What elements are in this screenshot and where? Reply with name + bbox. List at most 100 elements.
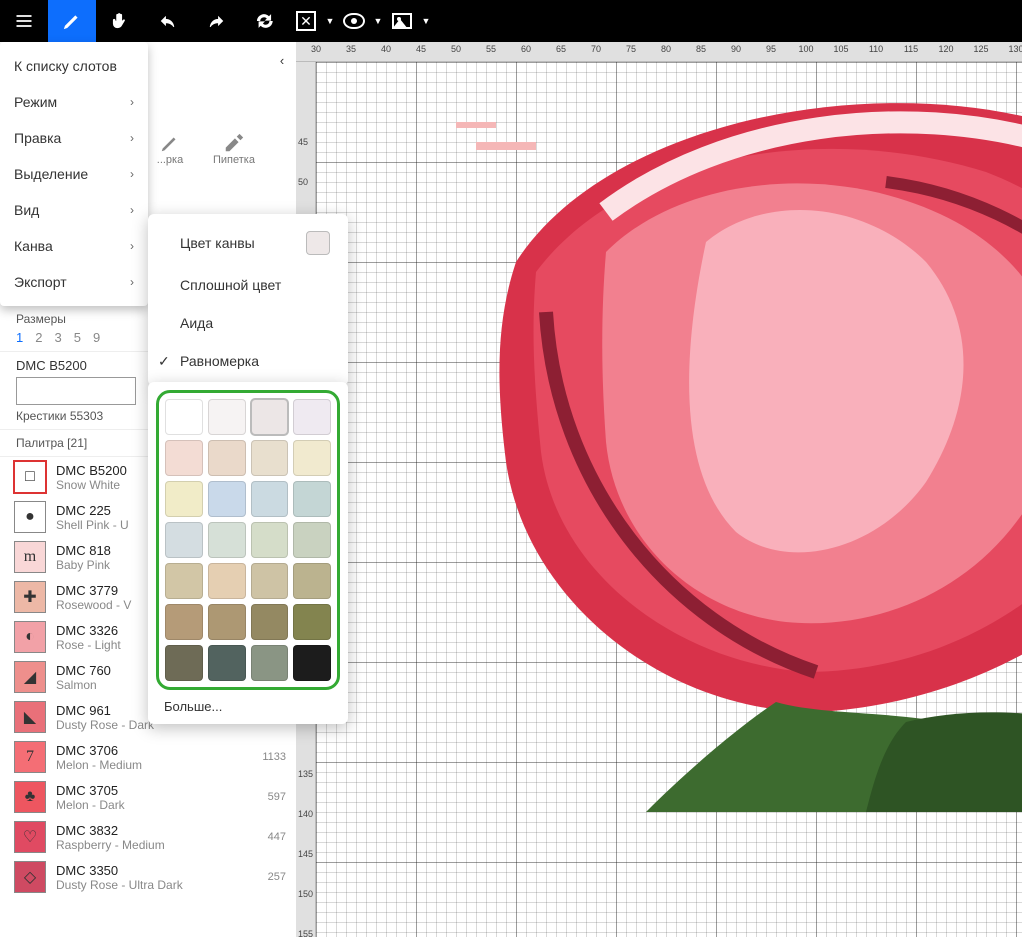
menu-export[interactable]: Экспорт› [0,264,148,300]
palette-swatch: ◇ [14,861,46,893]
submenu-canvas-color[interactable]: Цвет канвы [148,220,348,266]
color-swatch[interactable] [165,522,203,558]
menu-mode[interactable]: Режим› [0,84,148,120]
palette-item[interactable]: ♡DMC 3832Raspberry - Medium447 [0,817,296,857]
palette-code: DMC 3705 [56,783,246,798]
menu-view[interactable]: Вид› [0,192,148,228]
sync-icon [254,11,274,31]
color-swatch[interactable] [293,563,331,599]
ruler-tick: 145 [298,849,313,859]
ruler-tick: 100 [798,44,813,54]
color-swatch[interactable] [293,522,331,558]
color-swatch[interactable] [251,645,289,681]
eye-icon [343,13,365,29]
ruler-tick: 65 [556,44,566,54]
size-option[interactable]: 1 [16,330,23,345]
check-icon: ✓ [158,353,170,370]
color-swatch[interactable] [251,563,289,599]
palette-name: Melon - Dark [56,798,246,812]
menu-canvas[interactable]: Канва› [0,228,148,264]
menu-back[interactable]: К списку слотов [0,48,148,84]
color-swatch[interactable] [208,563,246,599]
eye-dropdown[interactable]: ▼ [372,16,384,26]
menu-selection[interactable]: Выделение› [0,156,148,192]
close-tool-dropdown[interactable]: ▼ [324,16,336,26]
palette-code: DMC 3350 [56,863,246,878]
size-option[interactable]: 9 [93,330,100,345]
color-swatch[interactable] [293,399,331,435]
close-icon: ✕ [296,11,316,31]
ruler-tick: 125 [973,44,988,54]
top-toolbar: ✕ ▼ ▼ ▼ [0,0,1022,42]
ruler-tick: 45 [416,44,426,54]
chevron-right-icon: › [130,275,134,289]
eye-button[interactable] [336,0,372,42]
color-swatch[interactable] [293,440,331,476]
size-option[interactable]: 2 [35,330,42,345]
palette-code: DMC 3832 [56,823,246,838]
color-swatch[interactable] [165,604,203,640]
palette-item[interactable]: ♣DMC 3705Melon - Dark597 [0,777,296,817]
eraser-label: ...рка [157,154,183,166]
size-option[interactable]: 5 [74,330,81,345]
image-button[interactable] [384,0,420,42]
color-swatch[interactable] [208,481,246,517]
collapse-sidebar-button[interactable]: ‹ [272,50,292,70]
color-swatch[interactable] [293,481,331,517]
submenu-solid-color[interactable]: Сплошной цвет [148,266,348,304]
palette-item[interactable]: ◇DMC 3350Dusty Rose - Ultra Dark257 [0,857,296,897]
color-swatch[interactable] [165,399,203,435]
ruler-tick: 140 [298,809,313,819]
menu-button[interactable] [0,0,48,42]
palette-swatch: ♡ [14,821,46,853]
pipette-tool[interactable]: Пипетка [204,132,264,166]
color-swatch[interactable] [251,481,289,517]
undo-button[interactable] [144,0,192,42]
color-swatch[interactable] [208,645,246,681]
artwork-preview [346,62,1022,812]
current-color-swatch[interactable] [16,377,136,405]
color-swatch[interactable] [293,645,331,681]
color-more-button[interactable]: Больше... [156,690,340,718]
size-option[interactable]: 3 [54,330,61,345]
color-swatch[interactable] [208,440,246,476]
pencil-button[interactable] [48,0,96,42]
palette-item[interactable]: 7DMC 3706Melon - Medium1133 [0,737,296,777]
color-swatch[interactable] [251,522,289,558]
canvas[interactable] [316,62,1022,937]
eraser-tool[interactable]: ...рка [140,132,200,166]
color-swatch[interactable] [165,440,203,476]
ruler-tick: 105 [833,44,848,54]
color-swatch[interactable] [165,481,203,517]
ruler-tick: 110 [869,44,883,54]
redo-button[interactable] [192,0,240,42]
menu-edit[interactable]: Правка› [0,120,148,156]
color-swatch[interactable] [208,604,246,640]
ruler-tick: 50 [451,44,461,54]
hand-button[interactable] [96,0,144,42]
color-swatch[interactable] [251,604,289,640]
menu-icon [14,11,34,31]
color-swatch[interactable] [251,440,289,476]
sync-button[interactable] [240,0,288,42]
palette-name: Melon - Medium [56,758,246,772]
color-swatch[interactable] [165,645,203,681]
ruler-tick: 55 [486,44,496,54]
color-swatch[interactable] [251,399,289,435]
color-swatch[interactable] [208,522,246,558]
image-dropdown[interactable]: ▼ [420,16,432,26]
color-swatch[interactable] [293,604,331,640]
palette-swatch: ♣ [14,781,46,813]
color-swatch[interactable] [208,399,246,435]
ruler-tick: 95 [766,44,776,54]
palette-name: Dusty Rose - Ultra Dark [56,878,246,892]
palette-swatch: ● [14,501,46,533]
ruler-tick: 70 [591,44,601,54]
pencil-icon [62,11,82,31]
color-swatch[interactable] [165,563,203,599]
close-tool-button[interactable]: ✕ [288,0,324,42]
submenu-evenweave[interactable]: ✓ Равномерка [148,342,348,380]
ruler-tick: 90 [731,44,741,54]
submenu-aida[interactable]: Аида [148,304,348,342]
ruler-horizontal: 3035404550556065707580859095100105110115… [296,42,1022,62]
